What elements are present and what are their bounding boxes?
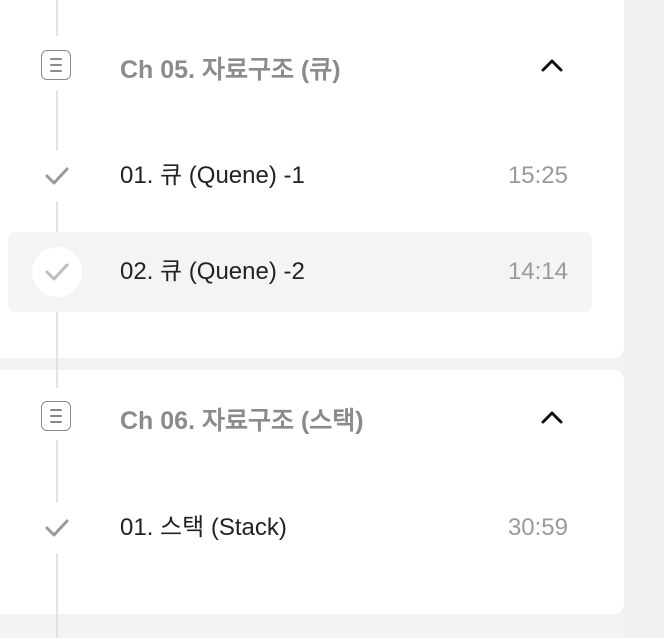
check-icon (32, 247, 82, 297)
chevron-up-icon[interactable] (538, 407, 566, 427)
lesson-item[interactable]: 01. 큐 (Quene) -1 15:25 (8, 136, 592, 216)
lesson-title: 01. 큐 (Quene) -1 (120, 162, 305, 189)
lesson-duration: 14:14 (507, 258, 568, 285)
lesson-item[interactable]: 01. 스택 (Stack) 30:59 (8, 488, 592, 568)
document-icon (41, 50, 71, 80)
chapter-title: Ch 05. 자료구조 (큐) (120, 56, 341, 84)
lesson-item-active[interactable]: 02. 큐 (Quene) -2 14:14 (8, 232, 592, 312)
right-gutter (624, 0, 664, 638)
chapter-title: Ch 06. 자료구조 (스택) (120, 407, 364, 435)
lesson-title: 01. 스택 (Stack) (120, 514, 287, 541)
lesson-title: 02. 큐 (Quene) -2 (120, 258, 305, 285)
chevron-up-icon[interactable] (538, 55, 566, 75)
lesson-duration: 15:25 (507, 162, 568, 189)
lesson-duration: 30:59 (507, 514, 568, 541)
check-icon (32, 151, 82, 201)
timeline-line (56, 312, 58, 388)
check-icon (32, 503, 82, 553)
timeline-line (56, 0, 58, 36)
document-icon (41, 401, 71, 431)
